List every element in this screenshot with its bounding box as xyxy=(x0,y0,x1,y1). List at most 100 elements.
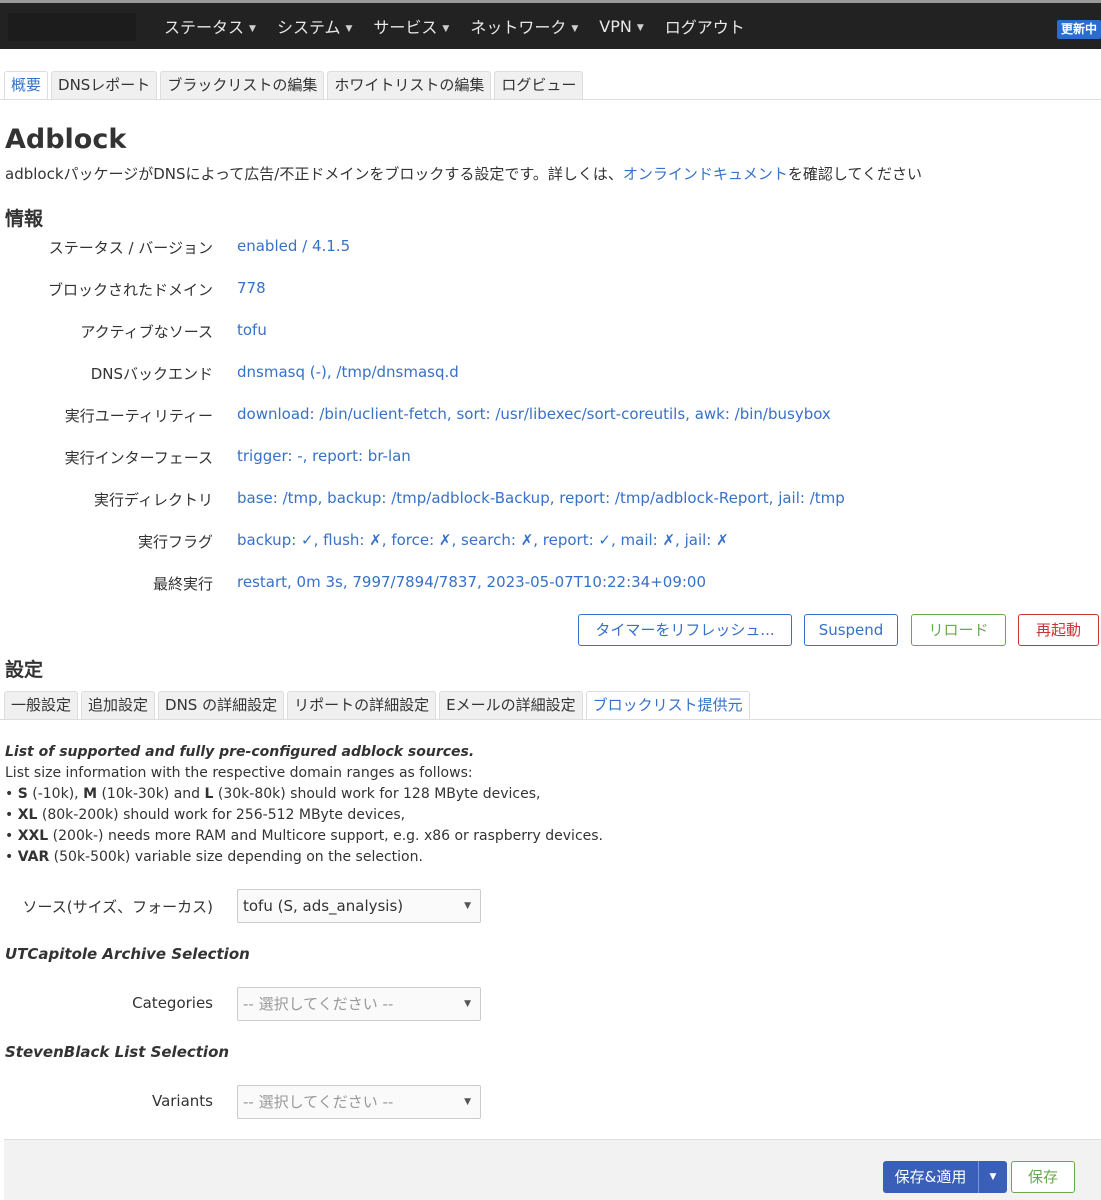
save-apply-button[interactable]: 保存&適用 xyxy=(883,1161,979,1193)
caret-down-icon: ▼ xyxy=(249,24,256,34)
categories-select-placeholder: -- 選択してください -- xyxy=(243,995,394,1013)
tab-log-view[interactable]: ログビュー xyxy=(494,71,584,100)
tab-general-settings[interactable]: 一般設定 xyxy=(4,691,79,720)
nav-logout[interactable]: ログアウト xyxy=(665,14,745,38)
save-apply-button-group: 保存&適用 ▼ xyxy=(883,1161,1007,1193)
info-row-directories: 実行ディレクトリ base: /tmp, backup: /tmp/adbloc… xyxy=(0,489,1101,519)
main-menu: ステータス ▼ システム ▼ サービス ▼ ネットワーク ▼ VPN ▼ ログアウト xyxy=(164,3,766,49)
top-navbar: ステータス ▼ システム ▼ サービス ▼ ネットワーク ▼ VPN ▼ ログアウト 更新… xyxy=(0,0,1101,49)
caret-down-icon: ▼ xyxy=(345,24,353,34)
variants-label: Variants xyxy=(151,1092,213,1110)
nav-status-label: ステータス xyxy=(164,18,245,37)
updating-badge[interactable]: 更新中 xyxy=(1057,20,1101,39)
nav-services[interactable]: サービス ▼ xyxy=(373,14,449,38)
sources-size-info: List size information with the respectiv… xyxy=(5,765,473,781)
tab-blocklist-sources[interactable]: ブロックリスト提供元 xyxy=(585,691,750,720)
info-value: download: /bin/uclient-fetch, sort: /usr… xyxy=(237,405,831,423)
info-row-interfaces: 実行インターフェース trigger: -, report: br-lan xyxy=(0,447,1101,477)
info-row-flags: 実行フラグ backup: ✓, flush: ✗, force: ✗, sea… xyxy=(0,531,1101,561)
info-label: 実行フラグ xyxy=(137,533,213,551)
info-label: 最終実行 xyxy=(152,575,213,593)
save-button[interactable]: 保存 xyxy=(1011,1161,1075,1193)
size-bullet-xxl: • XXL (200k-) needs more RAM and Multico… xyxy=(5,828,604,844)
size-l-range: (30k-80k) should work for 128 MByte devi… xyxy=(213,786,541,802)
info-row-last-run: 最終実行 restart, 0m 3s, 7997/7894/7837, 202… xyxy=(0,573,1101,603)
size-bullet-var: • VAR (50k-500k) variable size depending… xyxy=(5,849,423,865)
info-value: restart, 0m 3s, 7997/7894/7837, 2023-05-… xyxy=(237,573,707,591)
suspend-button[interactable]: Suspend xyxy=(804,614,898,646)
save-apply-dropdown-toggle[interactable]: ▼ xyxy=(979,1161,1007,1193)
page-title: Adblock xyxy=(5,124,127,155)
tab-overview[interactable]: 概要 xyxy=(4,71,49,100)
tab-email-advanced[interactable]: Eメールの詳細設定 xyxy=(439,691,583,720)
info-value: backup: ✓, flush: ✗, force: ✗, search: ✗… xyxy=(237,531,729,549)
variants-select[interactable]: -- 選択してください -- ▼ xyxy=(237,1085,481,1119)
info-value: enabled / 4.1.5 xyxy=(237,237,351,255)
categories-select[interactable]: -- 選択してください -- ▼ xyxy=(237,987,481,1021)
nav-system-label: システム xyxy=(276,18,341,37)
nav-status[interactable]: ステータス ▼ xyxy=(164,14,256,38)
info-value: 778 xyxy=(237,279,266,297)
nav-system[interactable]: システム ▼ xyxy=(277,14,352,38)
caret-down-icon: ▼ xyxy=(571,24,579,34)
size-m-range: (10k-30k) and xyxy=(97,786,205,802)
sources-description: List of supported and fully pre-configur… xyxy=(5,742,603,868)
nav-vpn-label: VPN xyxy=(599,16,632,36)
caret-down-icon: ▼ xyxy=(636,22,644,33)
size-var-range: (50k-500k) variable size depending on th… xyxy=(49,849,423,865)
size-m: M xyxy=(83,786,97,802)
settings-tabs: 一般設定 追加設定 DNS の詳細設定 リポートの詳細設定 Eメールの詳細設定 … xyxy=(4,691,753,720)
main-tabs: 概要 DNSレポート ブラックリストの編集 ホワイトリストの編集 ログビュー xyxy=(4,71,586,100)
info-row-utilities: 実行ユーティリティー download: /bin/uclient-fetch,… xyxy=(0,405,1101,435)
tab-report-advanced[interactable]: リポートの詳細設定 xyxy=(287,691,437,720)
info-row-active-sources: アクティブなソース tofu xyxy=(0,321,1101,351)
info-row-status: ステータス / バージョン enabled / 4.1.5 xyxy=(0,237,1101,267)
dropdown-arrow-icon: ▼ xyxy=(464,999,471,1009)
tab-whitelist-edit[interactable]: ホワイトリストの編集 xyxy=(327,71,492,100)
info-label: 実行ユーティリティー xyxy=(64,407,213,425)
restart-button[interactable]: 再起動 xyxy=(1018,614,1099,646)
source-label: ソース(サイズ、フォーカス) xyxy=(22,898,213,916)
tab-dns-advanced[interactable]: DNS の詳細設定 xyxy=(158,691,285,720)
size-xxl: XXL xyxy=(17,828,49,844)
dropdown-arrow-icon: ▼ xyxy=(464,1097,471,1107)
tab-additional-settings[interactable]: 追加設定 xyxy=(81,691,156,720)
info-value: dnsmasq (-), /tmp/dnsmasq.d xyxy=(237,363,459,381)
info-label: DNSバックエンド xyxy=(90,365,213,383)
sources-heading: List of supported and fully pre-configur… xyxy=(5,744,475,760)
dropdown-arrow-icon: ▼ xyxy=(464,901,471,911)
variants-select-placeholder: -- 選択してください -- xyxy=(243,1093,394,1111)
settings-tabs-divider xyxy=(0,719,1101,720)
brand-logo[interactable] xyxy=(8,13,136,41)
info-value: trigger: -, report: br-lan xyxy=(237,447,411,465)
nav-vpn[interactable]: VPN ▼ xyxy=(599,17,643,36)
info-heading: 情報 xyxy=(5,208,44,230)
description-text: adblockパッケージがDNSによって広告/不正ドメインをブロックする設定です… xyxy=(5,165,623,183)
source-select-value: tofu (S, ads_analysis) xyxy=(243,897,404,915)
nav-network[interactable]: ネットワーク ▼ xyxy=(470,14,578,38)
info-label: ステータス / バージョン xyxy=(48,239,213,257)
caret-down-icon: ▼ xyxy=(442,24,450,34)
size-xxl-range: (200k-) needs more RAM and Multicore sup… xyxy=(48,828,604,844)
categories-label: Categories xyxy=(132,994,213,1012)
tab-dns-report[interactable]: DNSレポート xyxy=(51,71,158,100)
size-s-range: (-10k), xyxy=(27,786,84,802)
info-label: ブロックされたドメイン xyxy=(47,281,213,299)
refresh-timer-button[interactable]: タイマーをリフレッシュ... xyxy=(578,614,792,646)
info-value: tofu xyxy=(237,321,267,339)
size-s: S xyxy=(17,786,28,802)
online-docs-link[interactable]: オンラインドキュメント xyxy=(623,165,788,183)
size-bullet-xl: • XL (80k-200k) should work for 256-512 … xyxy=(5,807,406,823)
info-label: 実行ディレクトリ xyxy=(94,491,213,509)
source-select[interactable]: tofu (S, ads_analysis) ▼ xyxy=(237,889,481,923)
settings-heading: 設定 xyxy=(5,659,44,681)
info-label: 実行インターフェース xyxy=(64,449,213,467)
page-description: adblockパッケージがDNSによって広告/不正ドメインをブロックする設定です… xyxy=(5,163,922,184)
reload-button[interactable]: リロード xyxy=(911,614,1006,646)
stevenblack-heading: StevenBlack List Selection xyxy=(5,1043,230,1061)
tab-blacklist-edit[interactable]: ブラックリストの編集 xyxy=(160,71,325,100)
size-xl: XL xyxy=(17,807,38,823)
info-value: base: /tmp, backup: /tmp/adblock-Backup,… xyxy=(237,489,845,507)
size-bullet-s-m-l: • S (-10k), M (10k-30k) and L (30k-80k) … xyxy=(5,786,541,802)
nav-network-label: ネットワーク xyxy=(470,18,567,37)
